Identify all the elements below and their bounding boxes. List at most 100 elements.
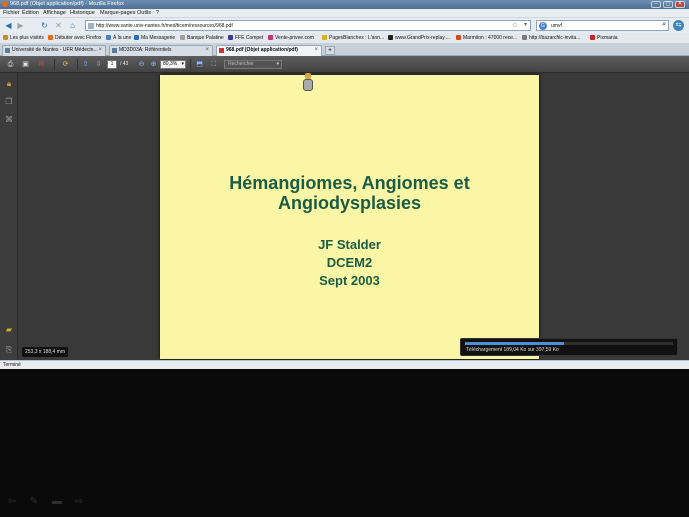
- menu-help[interactable]: ?: [156, 10, 159, 16]
- close-tab-icon[interactable]: ×: [205, 46, 209, 55]
- page-dimensions: 253,3 x 188,4 mm: [22, 347, 68, 357]
- download-progress-bar: [465, 342, 673, 345]
- save-icon[interactable]: ▣: [20, 59, 31, 70]
- search-bar[interactable]: G umvf ⌕: [536, 20, 669, 31]
- horse-icon: [228, 35, 233, 40]
- toolbar-separator: [77, 59, 78, 70]
- forward-icon[interactable]: ▶: [15, 20, 26, 31]
- firefox-icon: [2, 1, 8, 7]
- download-progress-label: Téléchargement 189,04 Ko sur 397,59 Ko: [466, 347, 559, 353]
- forward-arrow-icon[interactable]: ⇨: [73, 496, 85, 508]
- zoom-in-icon[interactable]: ⊕: [148, 59, 159, 70]
- reload-icon[interactable]: ↻: [39, 20, 50, 31]
- zoom-out-icon[interactable]: ⊖: [136, 59, 147, 70]
- window-titlebar: 968.pdf (Objet application/pdf) - Mozill…: [0, 0, 689, 9]
- bookmark-star-icon[interactable]: ☆: [512, 21, 518, 29]
- pages-icon[interactable]: ❐: [4, 97, 14, 107]
- back-icon[interactable]: ◀: [3, 20, 14, 31]
- firefox-icon: [48, 35, 53, 40]
- print-icon[interactable]: ⎙: [5, 59, 16, 70]
- bookmark-item[interactable]: Banque Palatine: [180, 35, 224, 41]
- pencil-icon[interactable]: ✎: [28, 496, 40, 508]
- bookmark-item[interactable]: FFE Compet: [228, 35, 263, 41]
- bookmark-item[interactable]: À la une: [106, 35, 131, 41]
- sync-icon[interactable]: ⇆: [673, 20, 684, 31]
- fit-width-icon[interactable]: ⬒: [194, 59, 205, 70]
- comments-icon[interactable]: ▰: [4, 325, 14, 335]
- navigation-bar: ◀ ▶ ↻ ✕ ⌂ http://www.sante.univ-nantes.f…: [0, 18, 689, 33]
- tab-favicon: [5, 48, 10, 53]
- back-arrow-icon[interactable]: ⇦: [6, 496, 18, 508]
- toolbar-separator: [190, 59, 191, 70]
- pan-tool-icon[interactable]: [302, 73, 314, 92]
- pixmania-icon: [590, 35, 595, 40]
- lock-icon[interactable]: 🔒︎: [4, 79, 14, 89]
- menu-historique[interactable]: Historique: [70, 10, 95, 16]
- slide-title-line-1: Hémangiomes, Angiomes et: [229, 173, 470, 193]
- bottom-panel: [0, 369, 689, 517]
- search-pdf-input[interactable]: Rechercher ▾: [224, 60, 282, 69]
- page-number-input[interactable]: 1: [107, 60, 117, 69]
- link-icon: [522, 35, 527, 40]
- bookmark-item[interactable]: www.GrandPrix-replay....: [388, 35, 450, 41]
- search-icon[interactable]: ⌕: [662, 21, 666, 29]
- email-pdf-icon[interactable]: ✉: [36, 59, 47, 70]
- menu-fichier[interactable]: Fichier: [3, 10, 20, 16]
- bookmark-item[interactable]: http://bazarchic-invita...: [522, 35, 580, 41]
- attachment-icon[interactable]: ⎘: [4, 345, 14, 355]
- download-progress-fill: [465, 342, 564, 345]
- recipe-icon: [456, 35, 461, 40]
- next-page-icon[interactable]: ⇩: [93, 59, 104, 70]
- bookmark-item[interactable]: Ma Messagerie: [134, 35, 175, 41]
- previous-page-icon[interactable]: ⇧: [80, 59, 91, 70]
- slide-course: DCEM2: [326, 255, 373, 270]
- bookmark-item[interactable]: Débuter avec Firefox: [48, 35, 101, 41]
- bookmark-item[interactable]: Vente-privee.com: [268, 35, 314, 41]
- bookmark-item[interactable]: Les plus visités: [3, 35, 44, 41]
- google-icon[interactable]: G: [539, 22, 547, 30]
- slide-author: JF Stalder: [318, 237, 381, 252]
- stop-icon[interactable]: ✕: [53, 20, 64, 31]
- tab-universite[interactable]: Université de Nantes - UFR Médecin... ×: [2, 45, 106, 56]
- binoculars-icon[interactable]: ⌘: [4, 115, 14, 125]
- chevron-down-icon: ▾: [276, 61, 279, 67]
- search-placeholder: Rechercher: [228, 61, 254, 67]
- bookmark-item[interactable]: Pixmania: [590, 35, 618, 41]
- zoom-value: 80,3%: [163, 61, 178, 67]
- status-bar: Terminé: [0, 360, 689, 369]
- fit-page-icon[interactable]: ⛶: [208, 59, 219, 70]
- bank-icon: [180, 35, 185, 40]
- close-tab-icon[interactable]: ×: [98, 46, 102, 55]
- url-bar[interactable]: http://www.sante.univ-nantes.fr/med/tice…: [85, 20, 531, 31]
- zoom-select[interactable]: 80,3% ▾: [160, 60, 186, 69]
- tab-referentiels[interactable]: MD3D03A: Référentiels ×: [109, 45, 213, 56]
- tab-968-pdf[interactable]: 968.pdf (Objet application/pdf) ×: [216, 45, 322, 56]
- pdf-page[interactable]: Hémangiomes, Angiomes et Angiodysplasies…: [160, 75, 539, 359]
- share-icon[interactable]: ⟳: [60, 59, 71, 70]
- window-title: 968.pdf (Objet application/pdf) - Mozill…: [10, 1, 125, 7]
- minimize-button[interactable]: –: [651, 1, 661, 8]
- menu-marque-pages[interactable]: Marque-pages: [100, 10, 135, 16]
- maximize-button[interactable]: ▢: [663, 1, 673, 8]
- close-button[interactable]: ✕: [675, 1, 685, 8]
- menu-bar: Fichier Édition Affichage Historique Mar…: [0, 9, 689, 18]
- page-count: / 43: [120, 61, 129, 67]
- new-tab-button[interactable]: +: [325, 46, 335, 55]
- home-icon[interactable]: ⌂: [67, 20, 78, 31]
- bookmark-item[interactable]: PagesBlanches : L'ann...: [322, 35, 384, 41]
- menu-affichage[interactable]: Affichage: [43, 10, 66, 16]
- search-input[interactable]: umvf: [551, 23, 562, 29]
- menu-edition[interactable]: Édition: [22, 10, 39, 16]
- site-identity-icon[interactable]: [88, 23, 94, 29]
- news-icon: [106, 35, 111, 40]
- tab-strip: Université de Nantes - UFR Médecin... × …: [0, 44, 689, 56]
- shopping-icon: [268, 35, 273, 40]
- bookmark-item[interactable]: Marmiton : 47000 rece...: [456, 35, 517, 41]
- status-text: Terminé: [3, 362, 21, 368]
- url-dropdown-icon[interactable]: ▾: [524, 21, 527, 28]
- close-tab-icon[interactable]: ×: [314, 46, 318, 55]
- menu-outils[interactable]: Outils: [137, 10, 151, 16]
- chevron-down-icon: ▾: [181, 61, 184, 67]
- mail-icon: [134, 35, 139, 40]
- screen-icon[interactable]: ▬: [51, 496, 63, 508]
